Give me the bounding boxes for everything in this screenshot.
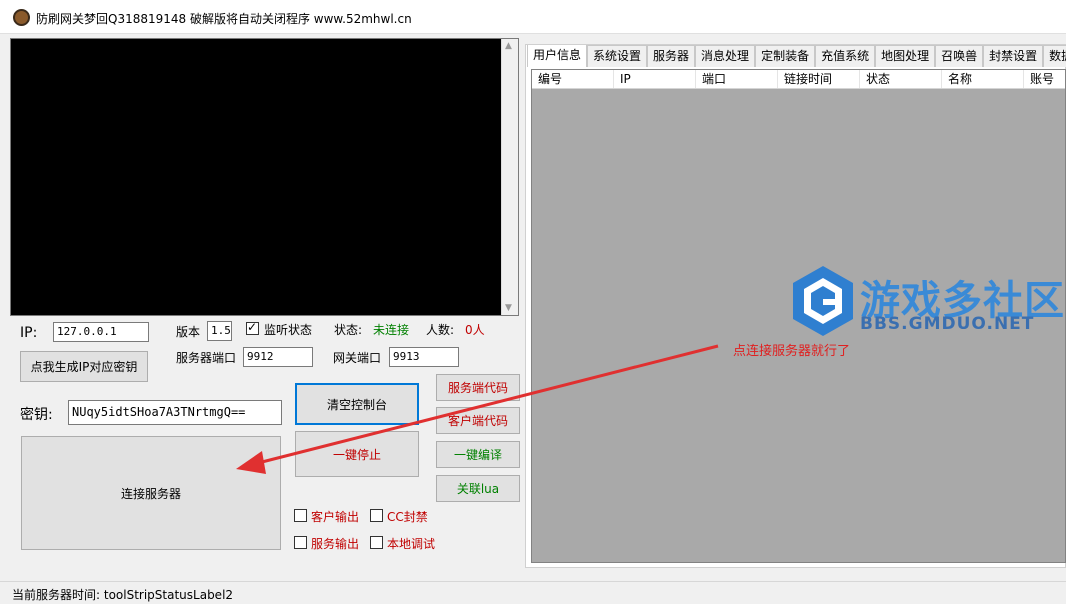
local-debug-label: 本地调试 [387,537,436,551]
tab-custom-equip[interactable]: 定制装备 [755,45,816,67]
server-output-label: 服务输出 [311,537,360,551]
scroll-up-icon[interactable]: ▲ [505,41,512,51]
column-header-connect-time[interactable]: 链接时间 [778,70,860,88]
tab-ban-settings[interactable]: 封禁设置 [983,45,1044,67]
tab-map[interactable]: 地图处理 [875,45,936,67]
column-header-port[interactable]: 端口 [696,70,778,88]
window-title: 防刷网关梦回Q318819148 破解版将自动关闭程序 www.52mhwl.c… [36,12,412,26]
column-header-name[interactable]: 名称 [942,70,1024,88]
watermark: 游戏多社区 BBS.GMDUO.NET [790,264,1066,340]
generate-key-button[interactable]: 点我生成IP对应密钥 [20,351,148,382]
watermark-subtitle: BBS.GMDUO.NET [860,314,1035,334]
ip-input[interactable]: 127.0.0.1 [53,322,149,342]
console-output[interactable]: ▲ ▼ [10,38,519,316]
client-output-label: 客户输出 [311,510,360,524]
cc-ban-checkbox[interactable] [370,509,383,522]
tab-strip: 用户信息 系统设置 服务器 消息处理 定制装备 充值系统 地图处理 召唤兽 封禁… [527,45,1066,67]
annotation-text: 点连接服务器就行了 [733,344,851,359]
client-output-checkbox[interactable] [294,509,307,522]
tab-user-info[interactable]: 用户信息 [527,45,588,67]
server-code-button[interactable]: 服务端代码 [436,374,520,401]
status-value: 未连接 [373,323,410,337]
stop-button[interactable]: 一键停止 [295,431,419,477]
count-value: 0人 [465,323,485,337]
count-label: 人数: [426,323,455,337]
gateway-port-input[interactable]: 9913 [389,347,459,367]
listen-label: 监听状态 [264,323,313,337]
server-output-checkbox[interactable] [294,536,307,549]
column-header-id[interactable]: 编号 [532,70,614,88]
tab-server[interactable]: 服务器 [647,45,696,67]
key-input[interactable]: NUqy5idtSHoa7A3TNrtmgQ== [68,400,282,425]
column-header-ip[interactable]: IP [614,70,696,88]
clear-console-button[interactable]: 清空控制台 [295,383,419,425]
watermark-logo-icon [793,266,853,336]
status-bar-text: 当前服务器时间: toolStripStatusLabel2 [12,588,234,602]
status-bar: 当前服务器时间: toolStripStatusLabel2 [0,581,1066,604]
compile-button[interactable]: 一键编译 [436,441,520,468]
console-scrollbar[interactable]: ▲ ▼ [501,39,518,315]
column-header-account[interactable]: 账号 [1024,70,1066,88]
cc-ban-label: CC封禁 [387,510,428,524]
title-bar: 防刷网关梦回Q318819148 破解版将自动关闭程序 www.52mhwl.c… [0,0,1066,34]
connect-server-button[interactable]: 连接服务器 [21,436,281,550]
scroll-down-icon[interactable]: ▼ [505,303,512,313]
tab-summon[interactable]: 召唤兽 [935,45,984,67]
version-input[interactable]: 1.5 [207,321,232,341]
server-port-input[interactable]: 9912 [243,347,313,367]
lua-button[interactable]: 关联lua [436,475,520,502]
column-header-status[interactable]: 状态 [860,70,942,88]
server-port-label: 服务器端口 [176,351,237,365]
local-debug-checkbox[interactable] [370,536,383,549]
ip-label: IP: [20,325,38,341]
key-label: 密钥: [20,407,53,423]
app-icon [13,9,30,26]
tab-system-settings[interactable]: 系统设置 [587,45,648,67]
gateway-port-label: 网关端口 [333,351,382,365]
status-label: 状态: [334,323,363,337]
version-label: 版本 [176,325,201,339]
tab-recharge[interactable]: 充值系统 [815,45,876,67]
client-code-button[interactable]: 客户端代码 [436,407,520,434]
listen-checkbox[interactable] [246,320,259,335]
user-list-header: 编号 IP 端口 链接时间 状态 名称 账号 [532,70,1065,89]
tab-message[interactable]: 消息处理 [695,45,756,67]
tab-data[interactable]: 数据 [1043,45,1066,67]
